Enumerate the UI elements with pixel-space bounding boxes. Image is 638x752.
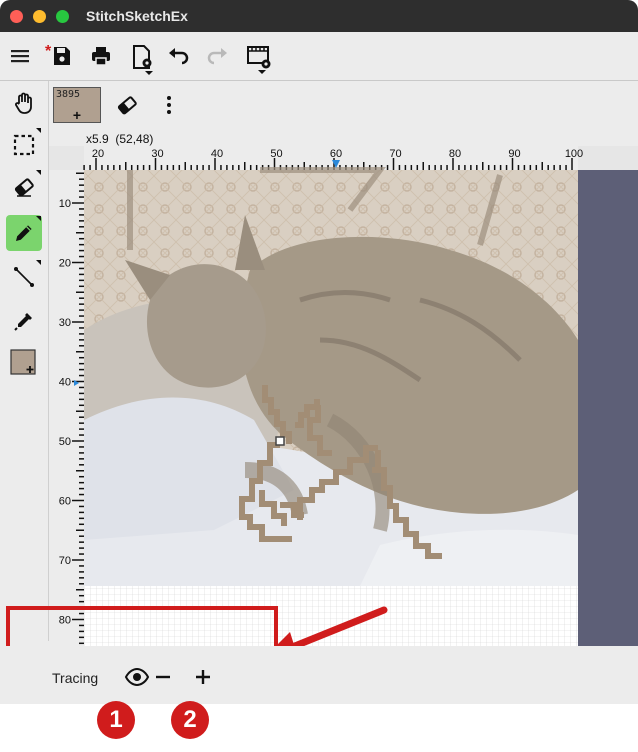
left-ruler (49, 170, 84, 646)
ruler-label: 80 (59, 615, 71, 627)
plus-icon (196, 670, 210, 684)
ruler-label: 30 (151, 148, 163, 160)
canvas-margin (578, 170, 638, 646)
stitch-grid (84, 586, 578, 646)
ruler-label: 80 (449, 148, 461, 160)
ruler-label: 40 (59, 377, 71, 389)
ruler-label: 60 (59, 496, 71, 508)
annotation-badge-2: 2 (171, 701, 209, 739)
ruler-label: 50 (59, 436, 71, 448)
eye-icon (124, 667, 150, 687)
ruler-label: 20 (92, 148, 104, 160)
tracing-opacity-decrease-button[interactable] (152, 665, 174, 689)
cursor-marker (275, 436, 285, 446)
ruler-label: 50 (270, 148, 282, 160)
tracing-label: Tracing (52, 670, 99, 686)
ruler-label: 20 (59, 258, 71, 270)
ruler-label: 100 (565, 148, 583, 160)
tracing-opacity-increase-button[interactable] (192, 665, 214, 689)
ruler-label: 10 (59, 198, 71, 210)
annotation-badge-1: 1 (97, 701, 135, 739)
ruler-label: 60 (330, 148, 342, 160)
minus-icon (156, 675, 170, 679)
ruler-label: 70 (389, 148, 401, 160)
ruler-label: 70 (59, 555, 71, 567)
app-window: StitchSketchEx * 3895 + x5.9 (52,48) 20 … (0, 0, 638, 704)
tracing-visibility-toggle[interactable] (124, 665, 150, 689)
tracing-image (84, 167, 578, 586)
ruler-label: 90 (508, 148, 520, 160)
ruler-label: 30 (59, 317, 71, 329)
ruler-label: 40 (211, 148, 223, 160)
canvas-overlay: 20 30 40 50 60 70 80 90 100 10 20 30 40 50 60 70 80 (6, 146, 638, 704)
